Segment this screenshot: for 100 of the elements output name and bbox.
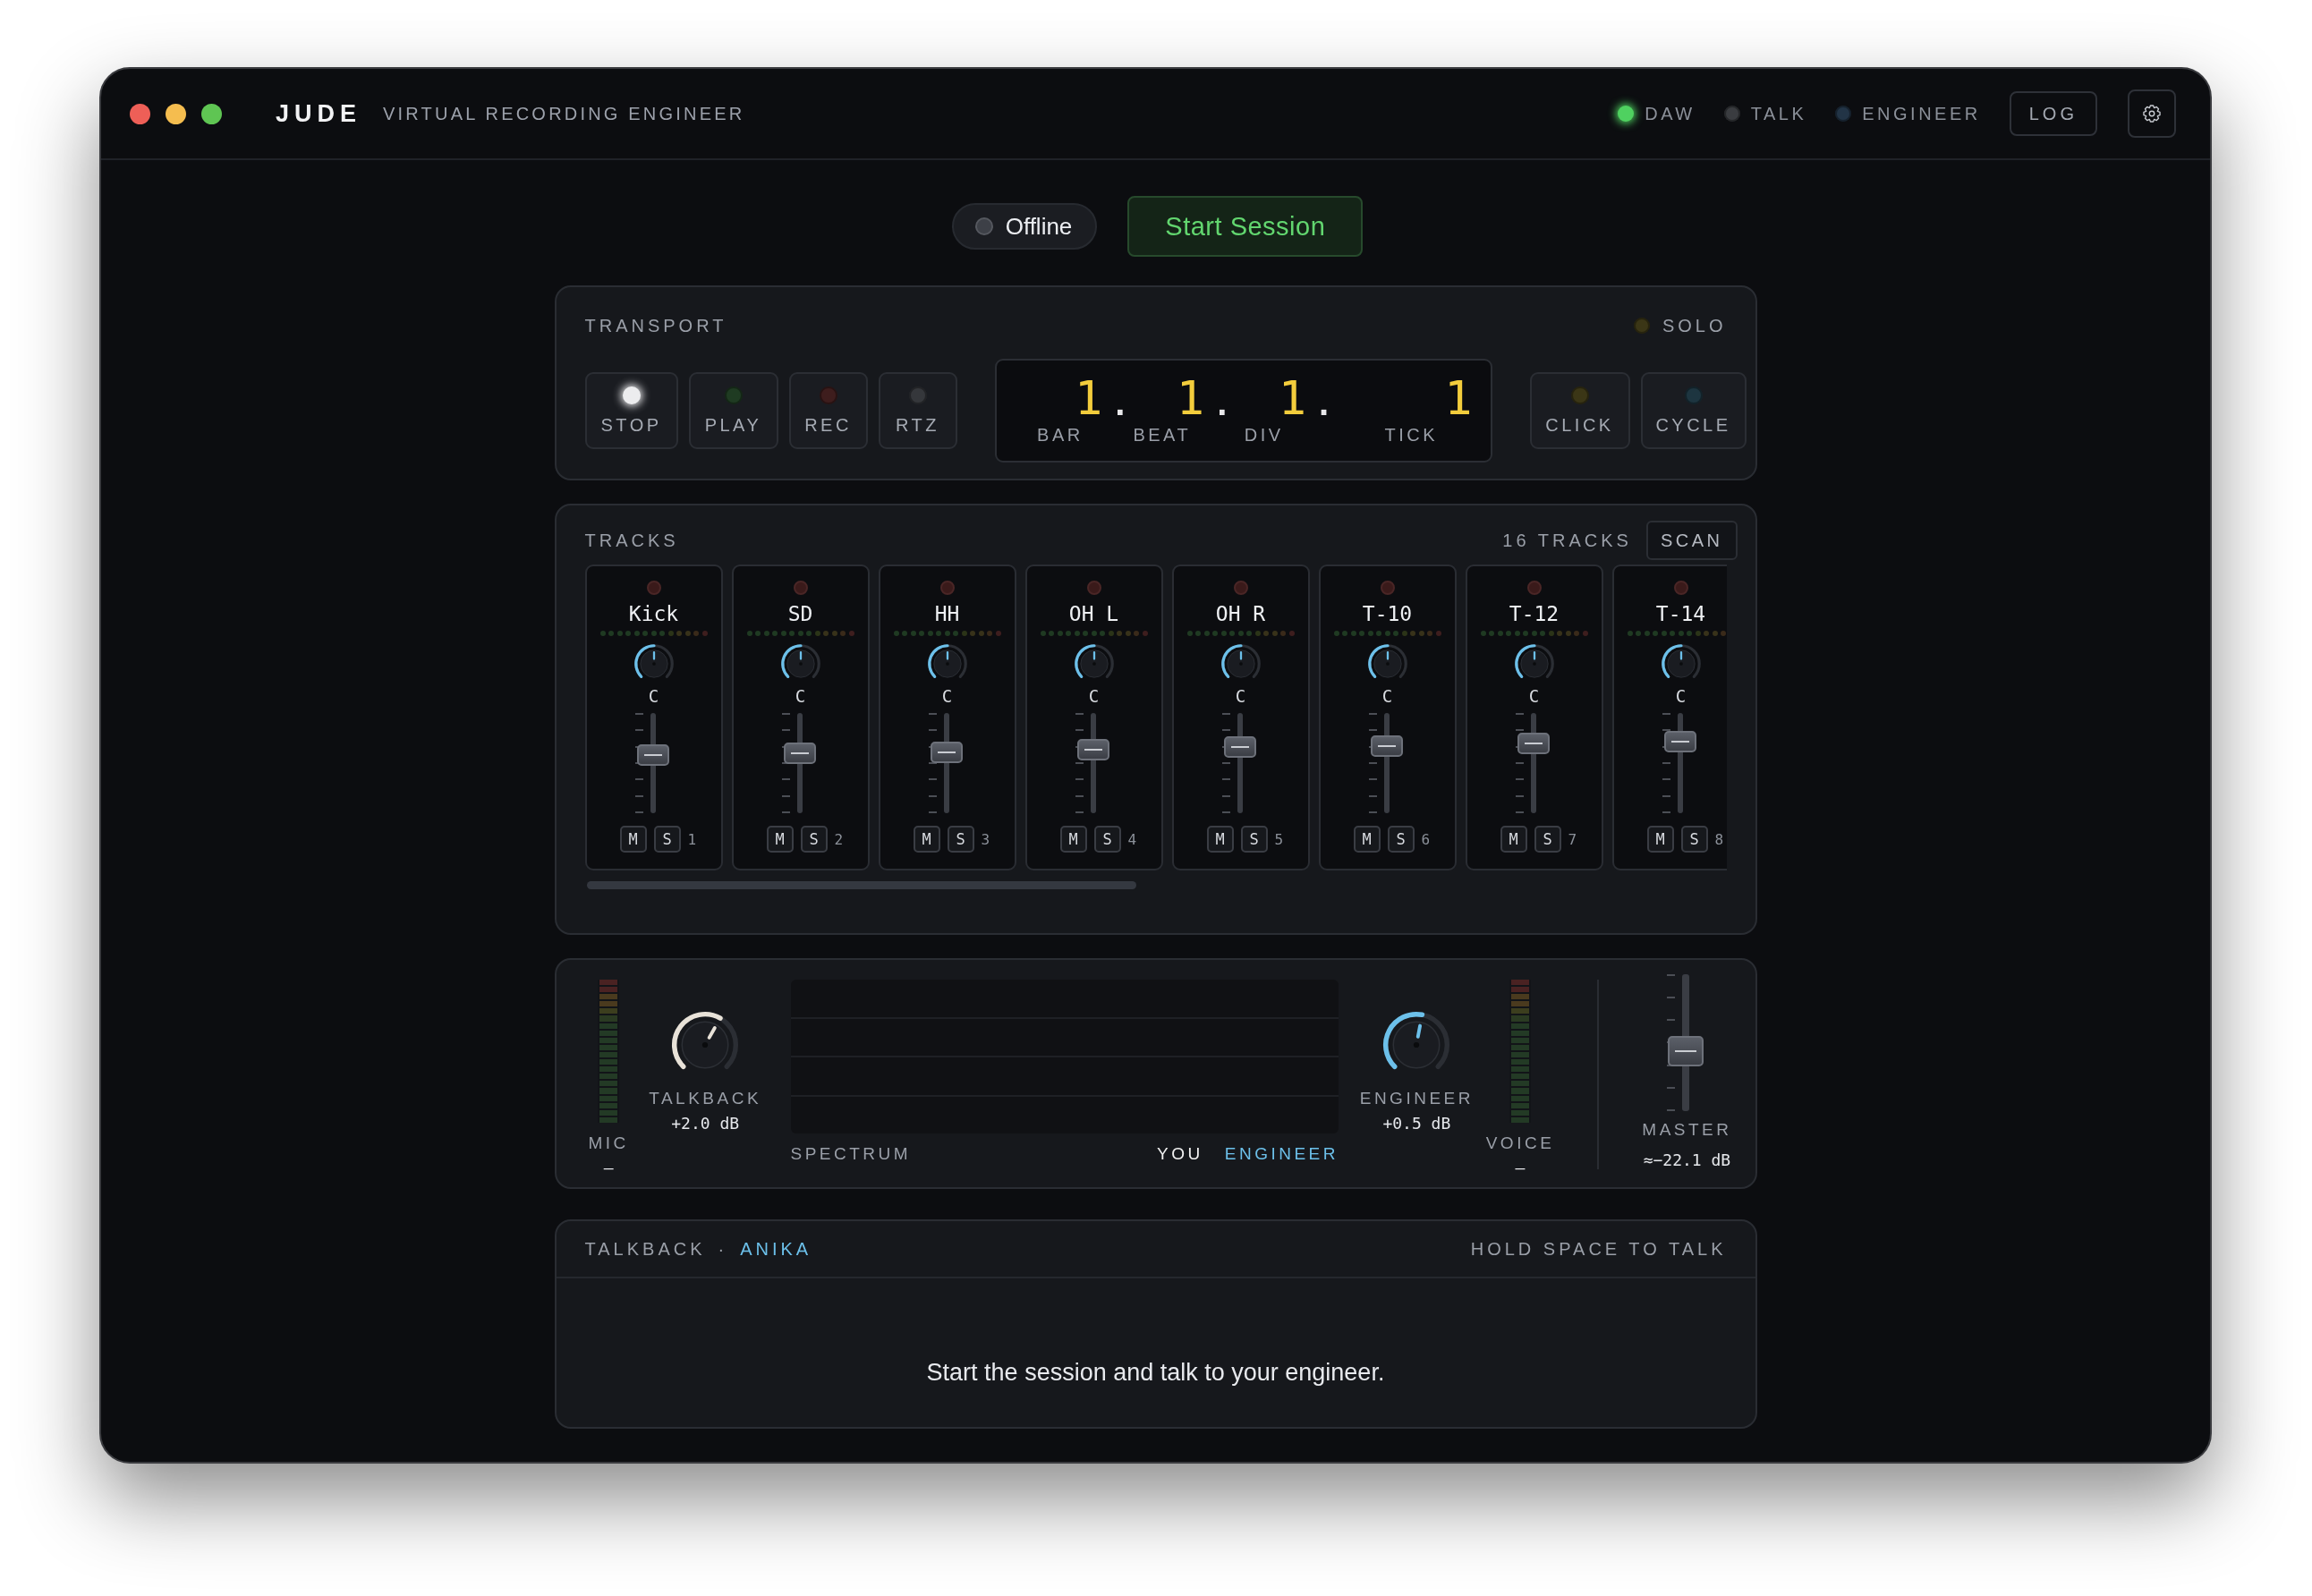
window-control-icon[interactable]: [201, 103, 222, 124]
track-number: 1: [687, 830, 698, 848]
track-name: T-10: [1362, 601, 1413, 627]
mute-button[interactable]: M: [1206, 826, 1234, 853]
mute-button[interactable]: M: [1353, 826, 1381, 853]
status-text: Offline: [1005, 212, 1073, 241]
status-label: ENGINEER: [1862, 103, 1981, 124]
fader-handle[interactable]: [1517, 733, 1550, 754]
pan-value: C: [1675, 686, 1687, 706]
counter-value: 1: [1278, 371, 1307, 425]
fader-handle[interactable]: [1077, 739, 1109, 761]
mute-button[interactable]: M: [1059, 826, 1087, 853]
knob-value: +0.5 dB: [1382, 1114, 1451, 1133]
status-label: DAW: [1645, 103, 1696, 124]
knob-value: +2.0 dB: [671, 1114, 740, 1133]
counter-value: 1: [1444, 371, 1473, 425]
settings-icon: [2142, 104, 2162, 123]
fader-label: MASTER: [1642, 1120, 1732, 1140]
counter-value: 1: [1074, 371, 1103, 425]
fader-handle[interactable]: [784, 743, 816, 765]
pan-value: C: [648, 686, 659, 706]
track-name: OH R: [1215, 601, 1266, 627]
mute-button[interactable]: M: [766, 826, 794, 853]
counter-label: DIV: [1244, 425, 1284, 446]
knob-label: ENGINEER: [1359, 1089, 1474, 1108]
solo-button[interactable]: S: [1093, 826, 1121, 853]
solo-button[interactable]: S: [1680, 826, 1708, 853]
title-separator: ·: [718, 1238, 728, 1260]
solo-button[interactable]: S: [653, 826, 681, 853]
settings-button[interactable]: [2128, 89, 2176, 138]
app-title: JUDE: [276, 99, 362, 128]
mute-button[interactable]: M: [913, 826, 940, 853]
track-name: SD: [787, 601, 813, 627]
counter-label: BEAT: [1133, 425, 1192, 446]
mute-button[interactable]: M: [619, 826, 647, 853]
solo-button[interactable]: S: [1240, 826, 1268, 853]
spectrum-label: SPECTRUM: [790, 1144, 912, 1164]
pan-value: C: [795, 686, 806, 706]
pan-value: C: [941, 686, 953, 706]
legend-label: ENGINEER: [1224, 1144, 1339, 1164]
panel-title: TRACKS: [584, 530, 679, 551]
meter-label: VOICE: [1485, 1133, 1555, 1153]
fader-handle[interactable]: [1371, 734, 1403, 757]
panel-title: TALKBACK: [584, 1238, 706, 1260]
solo-button[interactable]: S: [1534, 826, 1561, 853]
track-number: 6: [1421, 830, 1432, 848]
counter-separator: .: [1115, 382, 1126, 424]
solo-button[interactable]: S: [800, 826, 828, 853]
track-number: 7: [1568, 830, 1578, 848]
track-number: 4: [1127, 830, 1138, 848]
fader-handle[interactable]: [1224, 736, 1256, 759]
knob-label: TALKBACK: [649, 1089, 762, 1108]
mute-button[interactable]: M: [1646, 826, 1674, 853]
solo-button[interactable]: S: [947, 826, 974, 853]
transport-button[interactable]: STOP: [584, 372, 678, 449]
track-number: 5: [1274, 830, 1285, 848]
fader-handle[interactable]: [637, 744, 669, 767]
log-button[interactable]: LOG: [2009, 91, 2097, 136]
transport-button[interactable]: REC: [788, 372, 868, 449]
counter-label: TICK: [1384, 425, 1439, 446]
track-number: 8: [1714, 830, 1725, 848]
engineer-name: ANIKA: [740, 1238, 812, 1260]
status-label: TALK: [1750, 103, 1807, 124]
solo-button[interactable]: S: [1387, 826, 1415, 853]
fader-handle[interactable]: [1664, 731, 1696, 753]
window-control-icon[interactable]: [130, 103, 150, 124]
track-name: Kick: [628, 601, 679, 627]
mute-button[interactable]: M: [1500, 826, 1527, 853]
counter-value: 1: [1176, 371, 1205, 425]
meter-label: MIC: [588, 1133, 629, 1153]
track-count: 16 TRACKS: [1502, 530, 1632, 551]
pan-value: C: [1235, 686, 1246, 706]
meter-reading: –: [603, 1159, 614, 1177]
transport-button[interactable]: RTZ: [878, 372, 957, 449]
track-number: 3: [981, 830, 991, 848]
legend-label: YOU: [1157, 1144, 1203, 1164]
pan-value: C: [1088, 686, 1100, 706]
app-subtitle: VIRTUAL RECORDING ENGINEER: [383, 103, 745, 124]
scan-button[interactable]: SCAN: [1645, 521, 1738, 560]
transport-button[interactable]: CLICK: [1529, 372, 1630, 449]
track-name: T-14: [1655, 601, 1706, 627]
track-name: T-12: [1509, 601, 1560, 627]
scrollbar[interactable]: [586, 881, 1136, 889]
master-value: ≈−22.1 dB: [1643, 1150, 1731, 1169]
fader-handle[interactable]: [1667, 1036, 1704, 1067]
counter-label: BAR: [1037, 425, 1084, 446]
meter-reading: –: [1515, 1159, 1526, 1177]
track-number: 2: [834, 830, 845, 848]
track-name: HH: [934, 601, 960, 627]
fader-handle[interactable]: [931, 741, 963, 763]
counter-separator: .: [1217, 382, 1228, 424]
transport-button[interactable]: CYCLE: [1640, 372, 1747, 449]
start-session-button[interactable]: Start Session: [1127, 196, 1364, 257]
counter-separator: .: [1319, 382, 1330, 424]
transport-button[interactable]: PLAY: [688, 372, 778, 449]
window-control-icon[interactable]: [166, 103, 186, 124]
track-name: OH L: [1068, 601, 1119, 627]
panel-title: TRANSPORT: [584, 315, 727, 336]
pan-value: C: [1381, 686, 1393, 706]
empty-message: Start the session and talk to your engineer.: [926, 1358, 1385, 1387]
